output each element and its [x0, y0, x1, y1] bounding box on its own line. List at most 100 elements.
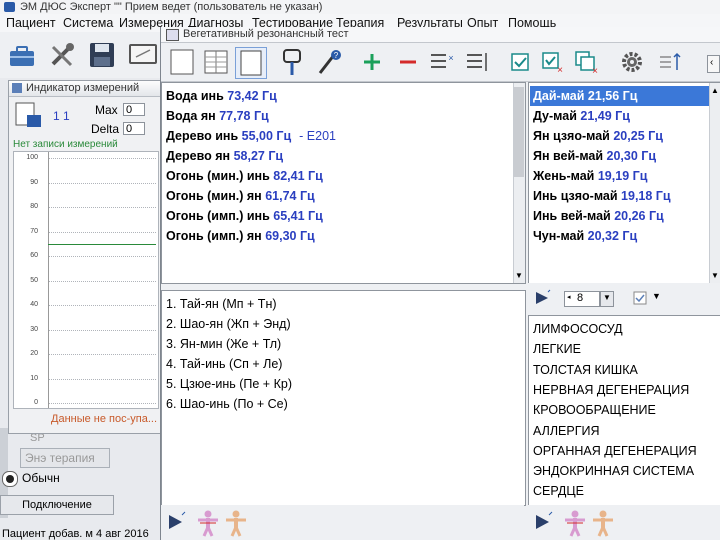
list-add-button[interactable]: ×: [427, 47, 457, 77]
copy-check-button[interactable]: ×: [571, 47, 601, 77]
check-remove-button[interactable]: ×: [537, 47, 567, 77]
meridian-row[interactable]: Инь цзяо-май 19,18 Гц: [530, 186, 671, 206]
connect-button[interactable]: Подключение: [0, 495, 114, 515]
channel-control-bar: [161, 505, 524, 540]
y-tick-label: 0: [34, 399, 38, 406]
system-row[interactable]: ЭНДОКРИННАЯ СИСТЕМА: [533, 461, 694, 481]
spinner-arrow-icon: ◂: [567, 294, 571, 301]
check-filter-button[interactable]: [632, 290, 648, 306]
menu-patient[interactable]: Пациент: [6, 16, 56, 30]
meridian-list-scrollbar[interactable]: ▲ ▼: [709, 83, 720, 283]
indicator-tool-button[interactable]: [13, 101, 43, 129]
systems-list-panel: ЛИМФОСОСУД ЛЕГКИЕ ТОЛСТАЯ КИШКА НЕРВНАЯ ДЕГ…: [528, 315, 720, 506]
monitor-button[interactable]: [124, 37, 160, 73]
check-button[interactable]: [505, 47, 535, 77]
check-filter-icon: [633, 291, 647, 305]
plus-icon: [364, 54, 380, 70]
table-button[interactable]: [201, 47, 231, 77]
frequency-row[interactable]: Вода инь 73,42 Гц: [166, 86, 277, 106]
channel-play-button[interactable]: [165, 511, 187, 533]
meridian-row[interactable]: Дай-май 21,56 Гц: [530, 86, 709, 106]
channel-row[interactable]: 5. Цзюе-инь (Пе + Кр): [166, 374, 292, 394]
meridian-row[interactable]: Ян вей-май 20,30 Гц: [530, 146, 656, 166]
blank-page-button[interactable]: [167, 47, 197, 77]
svg-text:?: ?: [334, 51, 339, 60]
channel-row[interactable]: 2. Шао-ян (Жп + Энд): [166, 314, 291, 334]
system-row[interactable]: КРОВООБРАЩЕНИЕ: [533, 400, 656, 420]
max-label: Max: [95, 103, 118, 117]
save-button[interactable]: [84, 37, 120, 73]
system-row[interactable]: АЛЛЕРГИЯ: [533, 421, 599, 441]
system-row[interactable]: НЕРВНАЯ ДЕГЕНЕРАЦИЯ: [533, 380, 689, 400]
system-row[interactable]: ЛЕГКИЕ: [533, 339, 581, 359]
patient-button[interactable]: [4, 37, 40, 73]
delta-field[interactable]: 0: [123, 122, 145, 135]
spinner-dropdown[interactable]: ▼: [600, 291, 614, 307]
toolbar-scroll-button[interactable]: ‹: [707, 55, 720, 73]
settings-button[interactable]: [44, 37, 80, 73]
chevron-down-icon[interactable]: ▼: [515, 271, 523, 280]
system-row[interactable]: ТОЛСТАЯ КИШКА: [533, 360, 638, 380]
save-icon: [90, 43, 114, 67]
resonance-toolbar: ? × × × ‹: [161, 43, 720, 82]
system-row[interactable]: СЕРДЦЕ: [533, 481, 584, 501]
max-field[interactable]: 0: [123, 103, 145, 116]
scrollbar-thumb[interactable]: [514, 87, 524, 177]
frequency-list-scrollbar[interactable]: ▼: [513, 83, 525, 283]
channel-row[interactable]: 3. Ян-мин (Же + Тл): [166, 334, 281, 354]
meridian-name: Ян вей-май: [533, 149, 604, 163]
add-button[interactable]: [357, 47, 387, 77]
system-row[interactable]: ЛИМФОСОСУД: [533, 319, 623, 339]
probe-button[interactable]: [277, 47, 307, 77]
settings-gear-button[interactable]: [617, 47, 647, 77]
meridian-name: Дай-май: [533, 89, 585, 103]
channel-row[interactable]: 1. Тай-ян (Мп + Тн): [166, 294, 277, 314]
pipette-button[interactable]: ?: [313, 47, 343, 77]
chevron-up-icon[interactable]: ▲: [711, 86, 719, 95]
therapy-button[interactable]: Энэ терапия: [20, 448, 110, 468]
meridian-row[interactable]: Чун-май 20,32 Гц: [530, 226, 637, 246]
footer-text: Данные не пос-упа...: [51, 413, 158, 425]
frequency-row[interactable]: Вода ян 77,78 Гц: [166, 106, 269, 126]
meridian-row[interactable]: Ян цзяо-май 20,25 Гц: [530, 126, 663, 146]
frequency-row[interactable]: Огонь (мин.) инь 82,41 Гц: [166, 166, 323, 186]
frequency-row[interactable]: Дерево ян 58,27 Гц: [166, 146, 283, 166]
chevron-left-icon: ‹: [710, 57, 714, 68]
list-remove-button[interactable]: [463, 47, 493, 77]
grid-line: [48, 256, 156, 257]
meridian-name: Жень-май: [533, 169, 595, 183]
sort-button[interactable]: [655, 47, 685, 77]
systems-play-button[interactable]: [532, 511, 554, 533]
frequency-row[interactable]: Огонь (мин.) ян 61,74 Гц: [166, 186, 315, 206]
play-button[interactable]: [532, 289, 552, 307]
meridian-row[interactable]: Инь вей-май 20,26 Гц: [530, 206, 664, 226]
systems-body-front-button[interactable]: [562, 509, 588, 537]
chevron-down-icon: ▼: [603, 293, 611, 302]
indicator-window-icon: [12, 83, 22, 93]
channel-row[interactable]: 6. Шао-инь (По + Се): [166, 394, 288, 414]
meridian-value: 21,49 Гц: [580, 109, 630, 123]
max-value: 0: [126, 104, 133, 116]
remove-button[interactable]: [393, 47, 423, 77]
level-spinner[interactable]: ◂ 8: [564, 291, 600, 307]
channel-row[interactable]: 4. Тай-инь (Сп + Ле): [166, 354, 282, 374]
frequency-value: 82,41 Гц: [273, 169, 323, 183]
menu-system[interactable]: Система: [63, 16, 113, 30]
body-front-button[interactable]: [195, 509, 221, 537]
systems-body-back-button[interactable]: [590, 509, 616, 537]
y-tick-label: 30: [30, 325, 38, 333]
frequency-row[interactable]: Огонь (имп.) инь 65,41 Гц: [166, 206, 323, 226]
grid-line: [48, 158, 156, 159]
meridian-row[interactable]: Жень-май 19,19 Гц: [530, 166, 647, 186]
page-button[interactable]: [235, 47, 267, 79]
meridian-row[interactable]: Ду-май 21,49 Гц: [530, 106, 630, 126]
grid-line: [48, 231, 156, 233]
frequency-row[interactable]: Огонь (имп.) ян 69,30 Гц: [166, 226, 315, 246]
chevron-down-icon[interactable]: ▼: [652, 291, 661, 301]
main-title-bar: ЭМ ДЮС Эксперт "" Прием ведет (пользоват…: [0, 0, 720, 15]
body-back-button[interactable]: [223, 509, 249, 537]
chevron-down-icon[interactable]: ▼: [711, 271, 719, 280]
system-row[interactable]: ОРГАННАЯ ДЕГЕНЕРАЦИЯ: [533, 441, 697, 461]
frequency-row[interactable]: Дерево инь 55,00 Гц - E201: [166, 126, 336, 146]
mode-radio[interactable]: [2, 471, 18, 487]
